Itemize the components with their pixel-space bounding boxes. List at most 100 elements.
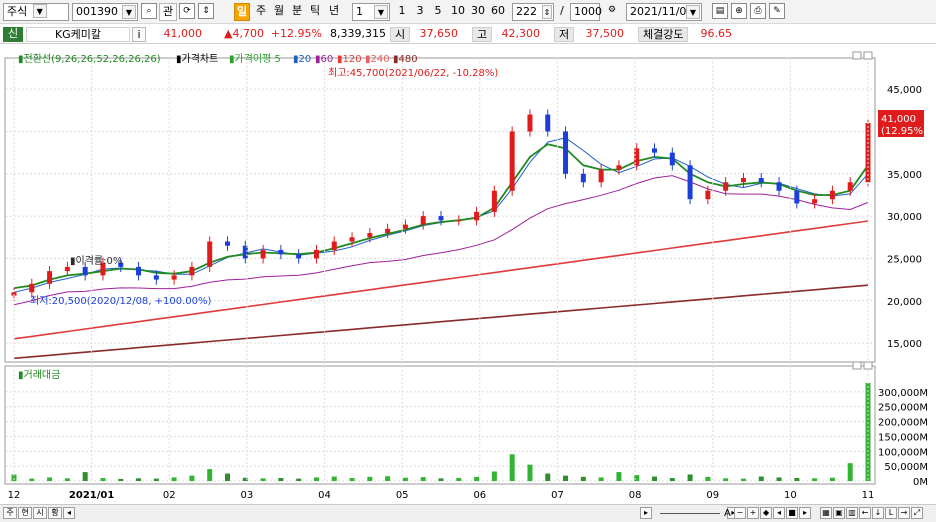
stop-icon[interactable]: ■ [786,507,799,519]
legend-ma480[interactable]: ▮480 [393,54,418,65]
volume-bar [527,464,533,481]
compare-icon[interactable]: ▥ [846,507,858,519]
interval-3-button[interactable]: 3 [414,3,426,21]
chevron-down-icon[interactable]: ▼ [374,5,388,19]
tab-current[interactable]: 현 [18,507,32,519]
chevron-down-icon[interactable]: ▼ [122,5,136,19]
volume-bar [491,471,497,481]
zoom-controls: A − + ◆ ◂ ■ ▸ [724,507,812,521]
volume-bar [82,472,88,481]
volume-bar [669,478,675,481]
candle-body [385,228,391,234]
volume-panel-minimize-icon[interactable] [852,361,862,370]
visible-count-input[interactable]: 222 ⇕ [512,3,554,21]
candle-body [794,190,800,204]
volume-bar [456,478,462,481]
scroll-left-icon[interactable]: ◂ [63,507,75,519]
volume-bar [313,477,319,481]
stock-code-input[interactable]: 001390 ▼ [72,3,138,21]
print-icon[interactable]: ⎙ [750,3,766,19]
volume-bar [64,478,70,481]
candle-body [225,241,230,246]
legend-ma20[interactable]: ▮20 [293,54,311,65]
scroll-right-icon[interactable]: ▸ [640,507,652,519]
panel-minimize-icon[interactable] [852,51,862,60]
candle-body [207,241,213,267]
zoom-slider[interactable] [660,512,721,514]
legend-ichimoku[interactable]: ▮전환선(9,26,26,52,26,26,26) [18,53,161,65]
legend-volume[interactable]: ▮거래대금 [18,369,60,381]
down-icon[interactable]: ↓ [872,507,884,519]
volume-bar [652,476,657,481]
period-minute-button[interactable]: 분 [290,3,304,21]
interval-1-button[interactable]: 1 [396,3,408,21]
panel-maximize-icon[interactable] [863,51,873,60]
left-icon[interactable]: L [885,507,897,519]
interval-60-button[interactable]: 60 [490,3,506,21]
volume-bar [794,478,800,481]
tab-market[interactable]: 시 [33,507,47,519]
low-price: 37,500 [585,27,625,40]
volume-panel-maximize-icon[interactable] [863,361,873,370]
period-month-button[interactable]: 월 [272,3,286,21]
candle-body [438,216,444,221]
period-day-button[interactable]: 일 [234,3,250,21]
volume-y-tick: 150,000M [878,432,928,443]
tab-stock[interactable]: 주 [3,507,17,519]
next-icon[interactable]: ▸ [799,507,812,519]
interval-10-button[interactable]: 10 [450,3,466,21]
period-tick-button[interactable]: 틱 [308,3,322,21]
fit-icon[interactable]: ◆ [760,507,773,519]
legend-price-chart[interactable]: ▮가격차트 [176,52,218,65]
price-volume-chart[interactable]: 45,00040,00035,00030,00025,00020,00015,0… [0,44,936,504]
refresh-icon[interactable]: ⟳ [179,3,195,19]
spin-icon[interactable]: ⇕ [542,5,552,19]
search-icon[interactable]: ⌕ [141,3,157,19]
zoom-in-icon[interactable]: + [747,507,760,519]
chart-area[interactable]: 45,00040,00035,00030,00025,00020,00015,0… [0,44,936,504]
visible-count-value: 222 [516,5,537,18]
candle-body [47,271,53,284]
zoom-out-icon[interactable]: − [734,507,747,519]
candle-body [509,131,515,191]
spinner-icon[interactable]: ⇕ [198,3,214,19]
price-y-tick: 35,000 [887,170,922,181]
tool-icon[interactable]: ✎ [769,3,785,19]
legend-ma60[interactable]: ▮60 [315,54,333,65]
magnify-icon[interactable]: ⊕ [731,3,747,19]
volume-bar [829,477,835,481]
x-tick-label: 04 [318,490,331,501]
market-type-select[interactable]: 주식 ▼ [3,3,69,21]
interval-select[interactable]: 1 ▼ [352,3,390,21]
candle-body [349,237,355,242]
chevron-down-icon[interactable]: ▼ [32,4,47,18]
info-button[interactable]: i [132,27,146,42]
candle-body [29,283,35,293]
candle-body [723,182,729,191]
period-week-button[interactable]: 주 [254,3,268,21]
grid-icon[interactable]: ▣ [833,507,845,519]
volume-bar [136,478,142,481]
chevron-down-icon[interactable]: ▼ [686,5,700,19]
legend-ma120[interactable]: ▮120 [337,54,362,65]
price-y-tick: 25,000 [887,254,922,265]
layout-icon[interactable]: ▦ [820,507,832,519]
volume-bar [847,463,853,481]
period-year-button[interactable]: 년 [326,3,342,21]
right-icon[interactable]: → [898,507,910,519]
total-count-input[interactable]: 1000 [570,3,602,21]
tab-status[interactable]: 황 [48,507,62,519]
legend-ma240[interactable]: ▮240 [365,54,390,65]
settings-icon[interactable]: ⚙ [604,3,620,19]
interval-5-button[interactable]: 5 [432,3,444,21]
legend-ma5[interactable]: ▮가격이평 5 [229,52,281,65]
back-icon[interactable]: ← [859,507,871,519]
prev-icon[interactable]: ◂ [773,507,786,519]
chart-type-icon[interactable]: ▤ [712,3,728,19]
interval-30-button[interactable]: 30 [470,3,486,21]
volume-bar [474,476,480,481]
zoom-label-button[interactable]: 관 [159,3,177,21]
date-picker[interactable]: 2021/11/02 ▼ [626,3,702,21]
zoom-text-label: A [724,508,731,519]
expand-icon[interactable]: ⤢ [911,507,923,519]
